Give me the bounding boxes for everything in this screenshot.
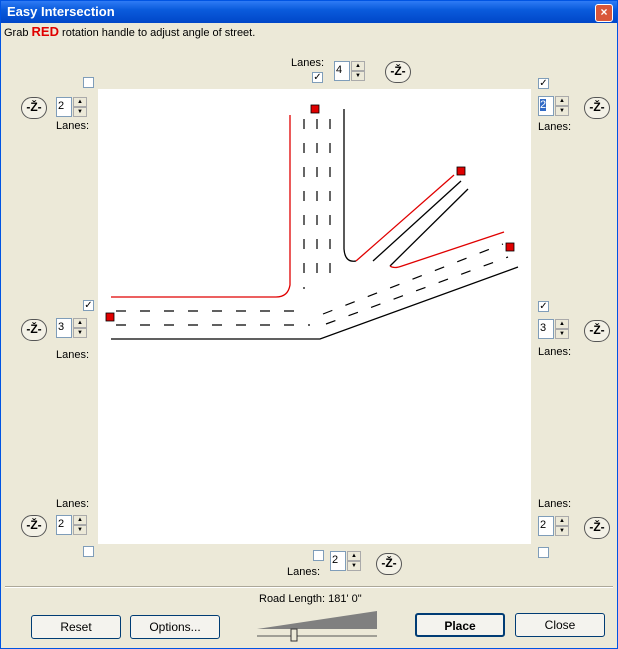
- north-rotation-handle[interactable]: [310, 104, 320, 114]
- right-top-street-checkbox[interactable]: ✓: [538, 78, 549, 89]
- left-top-rotate-icon[interactable]: -Ž-: [21, 97, 47, 119]
- left-top-lanes-up[interactable]: ▲: [73, 97, 87, 107]
- easy-intersection-window: Easy Intersection × Grab RED rotation ha…: [0, 0, 618, 649]
- right-mid-lanes-up[interactable]: ▲: [555, 319, 569, 329]
- lane-line-east-2: [322, 243, 504, 315]
- left-top-street-checkbox[interactable]: [83, 77, 94, 88]
- bottom-lanes-value[interactable]: 2: [330, 551, 346, 571]
- hint-suffix: rotation handle to adjust angle of stree…: [62, 27, 256, 39]
- left-mid-lanes-label: Lanes:: [56, 349, 90, 361]
- right-mid-lanes-down[interactable]: ▼: [555, 329, 569, 339]
- intersection-drawing: [105, 104, 519, 340]
- northeast-rotation-handle[interactable]: [456, 166, 466, 176]
- window-title: Easy Intersection: [7, 4, 115, 19]
- road-length-ramp: [257, 611, 377, 642]
- road-length-label: Road Length: 181' 0": [259, 593, 362, 605]
- bottom-rotate-icon[interactable]: -Ž-: [376, 553, 402, 575]
- slider-thumb[interactable]: [290, 628, 298, 642]
- ne-edge-3: [389, 188, 469, 267]
- top-lanes-label: Lanes:: [291, 57, 325, 69]
- red-edge-west-north: [111, 115, 291, 298]
- left-mid-rotate-icon[interactable]: -Ž-: [21, 319, 47, 341]
- right-mid-lanes-value[interactable]: 3: [538, 319, 554, 339]
- left-top-lanes-label: Lanes:: [56, 120, 90, 132]
- right-mid-lanes-label: Lanes:: [538, 346, 572, 358]
- left-bot-lanes-label: Lanes:: [56, 498, 90, 510]
- left-bot-rotate-icon[interactable]: -Ž-: [21, 515, 47, 537]
- place-button[interactable]: Place: [415, 613, 505, 637]
- hint-red-word: RED: [31, 24, 59, 39]
- top-rotate-icon[interactable]: -Ž-: [385, 61, 411, 83]
- top-lanes-down[interactable]: ▼: [351, 71, 365, 81]
- right-mid-rotate-icon[interactable]: -Ž-: [584, 320, 610, 342]
- left-mid-street-checkbox[interactable]: ✓: [83, 300, 94, 311]
- road-length-slider[interactable]: [257, 609, 377, 643]
- title-bar: Easy Intersection ×: [1, 1, 617, 23]
- left-top-lanes-down[interactable]: ▼: [73, 107, 87, 117]
- right-top-lanes-value[interactable]: 2: [538, 96, 554, 116]
- left-bot-lanes-value[interactable]: 2: [56, 515, 72, 535]
- top-street-checkbox[interactable]: ✓: [312, 72, 323, 83]
- right-bot-lanes-down[interactable]: ▼: [555, 526, 569, 536]
- top-lanes-value[interactable]: 4: [334, 61, 350, 81]
- bottom-street-checkbox[interactable]: [313, 550, 324, 561]
- intersection-canvas[interactable]: [98, 89, 531, 544]
- right-top-lanes-value-text: 2: [540, 99, 547, 111]
- right-bot-rotate-icon[interactable]: -Ž-: [584, 517, 610, 539]
- right-top-rotate-icon[interactable]: -Ž-: [584, 97, 610, 119]
- right-bot-lanes-value[interactable]: 2: [538, 516, 554, 536]
- east-rotation-handle[interactable]: [505, 242, 515, 252]
- close-window-button[interactable]: ×: [595, 4, 613, 22]
- north-east-edge: [343, 109, 357, 262]
- right-bot-street-checkbox[interactable]: [538, 547, 549, 558]
- left-mid-lanes-up[interactable]: ▲: [73, 318, 87, 328]
- instruction-text: Grab RED rotation handle to adjust angle…: [4, 24, 255, 39]
- road-length-ramp-shape: [257, 611, 377, 629]
- right-bot-lanes-label: Lanes:: [538, 498, 572, 510]
- reset-button[interactable]: Reset: [31, 615, 121, 639]
- west-rotation-handle[interactable]: [105, 312, 115, 322]
- bottom-lanes-up[interactable]: ▲: [347, 551, 361, 561]
- left-bot-lanes-down[interactable]: ▼: [73, 525, 87, 535]
- footer-divider: [5, 586, 613, 588]
- left-mid-lanes-value[interactable]: 3: [56, 318, 72, 338]
- right-top-lanes-up[interactable]: ▲: [555, 96, 569, 106]
- close-button[interactable]: Close: [515, 613, 605, 637]
- south-edge: [111, 266, 519, 340]
- lane-line-east-1: [325, 256, 509, 325]
- bottom-lanes-label: Lanes:: [287, 566, 321, 578]
- left-bot-street-checkbox[interactable]: [83, 546, 94, 557]
- top-lanes-up[interactable]: ▲: [351, 61, 365, 71]
- ne-edge-2: [372, 180, 462, 262]
- options-button[interactable]: Options...: [130, 615, 220, 639]
- right-mid-street-checkbox[interactable]: ✓: [538, 301, 549, 312]
- left-top-lanes-value[interactable]: 2: [56, 97, 72, 117]
- right-top-lanes-down[interactable]: ▼: [555, 106, 569, 116]
- left-bot-lanes-up[interactable]: ▲: [73, 515, 87, 525]
- hint-prefix: Grab: [4, 27, 29, 39]
- right-top-lanes-label: Lanes:: [538, 121, 572, 133]
- right-bot-lanes-up[interactable]: ▲: [555, 516, 569, 526]
- bottom-lanes-down[interactable]: ▼: [347, 561, 361, 571]
- left-mid-lanes-down[interactable]: ▼: [73, 328, 87, 338]
